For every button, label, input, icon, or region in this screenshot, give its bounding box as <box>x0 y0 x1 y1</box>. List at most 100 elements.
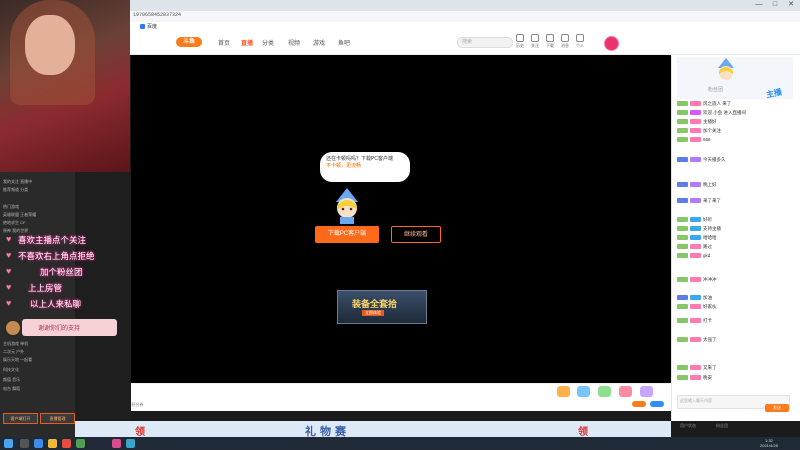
banner-left-text: 领 <box>135 427 145 438</box>
nav-category[interactable]: 分类 <box>262 38 274 47</box>
site-logo[interactable]: 斗鱼 <box>176 37 202 47</box>
avatar[interactable] <box>604 36 619 51</box>
chat-message[interactable]: gkd <box>677 251 792 260</box>
sidebar-item[interactable]: 主机游戏 单机 <box>3 340 73 348</box>
gift-icon[interactable] <box>577 386 590 397</box>
chat-message[interactable]: 来了来了 <box>677 196 792 205</box>
history-icon[interactable]: 历史 <box>514 34 526 49</box>
chat-message[interactable]: 风之旅人 来了 <box>677 99 792 108</box>
gift-icon[interactable] <box>640 386 653 397</box>
chat-footer-left[interactable]: 用户状态 <box>680 423 696 429</box>
chat-message[interactable]: 打卡 <box>677 316 792 325</box>
app-icon[interactable] <box>76 439 85 448</box>
chat-text: 冲冲冲 <box>703 277 717 282</box>
overlay-line: 加个粉丝团 <box>40 268 83 278</box>
url-text[interactable]: 1970658452837324 <box>133 12 181 18</box>
download-client-button[interactable]: 下载PC客户端 <box>315 226 379 243</box>
ad-subtitle[interactable]: 立即体验 <box>362 310 384 316</box>
sidebar-item[interactable]: 颜值 音乐 <box>3 376 73 384</box>
nav-home[interactable]: 首页 <box>218 38 230 47</box>
sidebar-item[interactable]: 绝地求生 CF <box>3 219 73 227</box>
nav-video[interactable]: 视频 <box>288 38 300 47</box>
search-input[interactable]: 搜索 <box>457 37 513 48</box>
chat-message[interactable]: 哈哈哈 <box>677 233 792 242</box>
download-label: 下载 <box>546 43 554 48</box>
message-icon[interactable]: 消息 <box>559 34 571 49</box>
chat-message[interactable]: 今天播多久 <box>677 155 792 164</box>
follow-label: 关注 <box>531 43 539 48</box>
download-icon[interactable]: 下载 <box>544 34 556 49</box>
chat-message[interactable]: 又来了 <box>677 363 792 372</box>
chat-message[interactable]: 主播好 <box>677 117 792 126</box>
chat-message[interactable]: 加个关注 <box>677 126 792 135</box>
sidebar-item[interactable]: 热门游戏 <box>3 203 73 211</box>
recharge-pill[interactable] <box>632 401 646 407</box>
sidebar-item[interactable]: 娱乐天地 一起看 <box>3 356 73 364</box>
chat-message[interactable]: 路过 <box>677 242 792 251</box>
chat-text: 支持主播 <box>703 226 721 231</box>
close-button[interactable]: ✕ <box>784 0 798 10</box>
chat-message[interactable]: 冲冲冲 <box>677 275 792 284</box>
chat-message[interactable]: 支持主播 <box>677 224 792 233</box>
sidebar-item[interactable]: 科技文化 <box>3 366 73 374</box>
chat-title: 粉丝团 <box>708 87 724 93</box>
start-icon[interactable] <box>4 439 13 448</box>
chat-footer-right[interactable]: 粉丝团 <box>716 423 728 429</box>
sidebar-item[interactable]: 我的关注 直播中 <box>3 178 73 186</box>
gift-icon[interactable] <box>619 386 632 397</box>
sidebar-item[interactable]: 二次元 户外 <box>3 348 73 356</box>
heart-icon: ♥ <box>6 234 12 244</box>
live-manage-button[interactable]: 直播管理 <box>40 413 75 424</box>
nav-game[interactable]: 游戏 <box>313 38 325 47</box>
chat-text: 欢迎 小鱼 进入直播间 <box>703 110 746 115</box>
chat-text: 晚安 <box>703 375 712 380</box>
chat-message[interactable]: 欢迎 小鱼 进入直播间 <box>677 108 792 117</box>
ad-title: 装备全套拾 <box>352 299 398 309</box>
bookmark-icon[interactable] <box>140 24 145 29</box>
nav-live[interactable]: 直播 <box>241 38 253 47</box>
chat-message[interactable]: 加油 <box>677 293 792 302</box>
chat-message[interactable]: 太强了 <box>677 335 792 344</box>
profile-icon[interactable]: 个人 <box>574 34 586 49</box>
chat-text: 加油 <box>703 295 712 300</box>
continue-watching-button[interactable]: 继续观看 <box>391 226 441 243</box>
gift-icon[interactable] <box>598 386 611 397</box>
sidebar-item[interactable]: 英雄联盟 王者荣耀 <box>3 211 73 219</box>
app-icon[interactable] <box>112 439 121 448</box>
backpack-pill[interactable] <box>650 401 664 407</box>
sidebar-item[interactable]: 电台 舞蹈 <box>3 385 73 393</box>
chat-message[interactable]: 好家伙 <box>677 302 792 311</box>
video-player[interactable] <box>131 55 671 383</box>
send-button[interactable]: 发送 <box>765 404 789 412</box>
clock[interactable]: 1:32 2021/4/28 <box>760 438 778 448</box>
app-icon[interactable] <box>62 439 71 448</box>
bubble-line-1: 还在卡顿吗吗？下载PC客户端 <box>326 156 393 162</box>
profile-label: 个人 <box>576 43 584 48</box>
banner-right-text: 领 <box>578 427 588 438</box>
chat-text: 太强了 <box>703 337 717 342</box>
mascot-icon <box>718 58 734 80</box>
bookmark-label[interactable]: 百度 <box>147 23 157 30</box>
chat-message[interactable]: 晚安 <box>677 373 792 382</box>
chat-message[interactable]: 好听 <box>677 215 792 224</box>
open-client-button[interactable]: 客户端打开 <box>3 413 38 424</box>
search-icon[interactable] <box>20 439 29 448</box>
sidebar-item[interactable]: 推荐频道 分类 <box>3 186 73 194</box>
minimize-button[interactable]: — <box>752 0 766 10</box>
follow-icon[interactable]: 关注 <box>529 34 541 49</box>
chat-text: 打卡 <box>703 318 712 323</box>
app-icon[interactable] <box>126 439 135 448</box>
clock-date: 2021/4/28 <box>760 443 778 448</box>
message-label: 消息 <box>561 43 569 48</box>
maximize-button[interactable]: □ <box>768 0 782 10</box>
gift-icon[interactable] <box>557 386 570 397</box>
overlay-line: 以上人来私聊 <box>30 300 82 310</box>
chat-text: gkd <box>703 253 711 258</box>
chat-message[interactable]: 666 <box>677 135 792 144</box>
nav-yuba[interactable]: 鱼吧 <box>338 38 350 47</box>
speech-bubble: 还在卡顿吗吗？下载PC客户端 不卡顿，更流畅 <box>320 152 410 182</box>
folder-icon[interactable] <box>48 439 57 448</box>
edge-icon[interactable] <box>34 439 43 448</box>
chat-message[interactable]: 晚上好 <box>677 180 792 189</box>
overlay-line: 上上房管 <box>28 284 63 294</box>
